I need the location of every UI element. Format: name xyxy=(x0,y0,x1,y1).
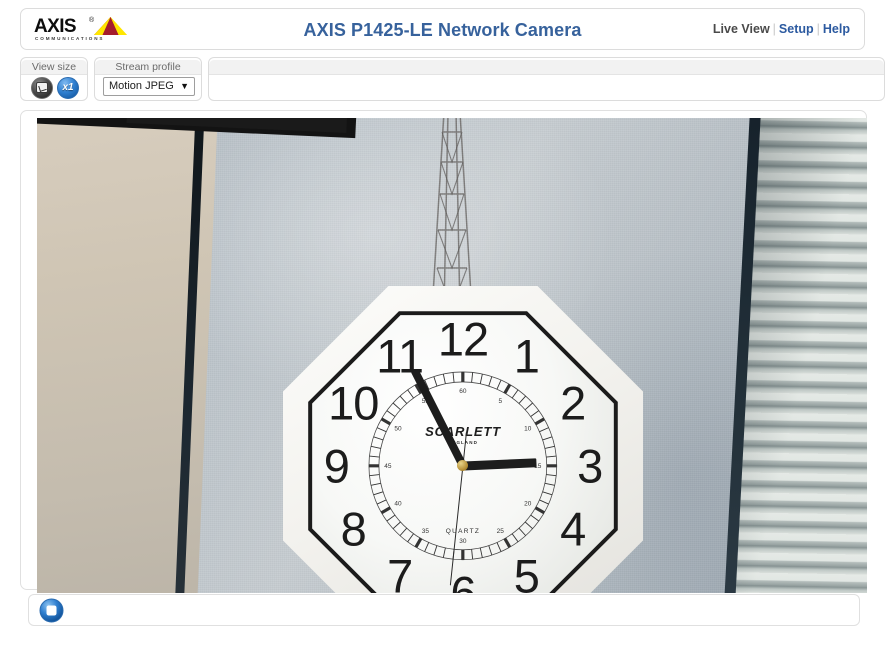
svg-text:30: 30 xyxy=(459,538,467,545)
nav-help[interactable]: Help xyxy=(823,22,850,36)
svg-text:35: 35 xyxy=(422,528,430,535)
clock-numeral-8: 8 xyxy=(340,502,367,556)
clock-numeral-2: 2 xyxy=(560,376,586,430)
live-video-stream[interactable]: 60510152025303540455055 SCARLETT ENGLAND… xyxy=(37,118,867,593)
clock-brand-name: SCARLETT xyxy=(425,423,501,439)
toolbar-extra-panel xyxy=(208,57,885,101)
clock-numeral-3: 3 xyxy=(577,439,603,493)
clock-brand: SCARLETT ENGLAND xyxy=(425,424,501,445)
svg-text:5: 5 xyxy=(499,398,503,405)
stream-profile-label: Stream profile xyxy=(95,60,201,75)
view-size-label: View size xyxy=(21,60,87,75)
clock-brand-origin: ENGLAND xyxy=(448,439,478,445)
clock-numeral-6: 6 xyxy=(450,566,476,593)
clock-numeral-9: 9 xyxy=(323,439,350,493)
stream-profile-group: Stream profile Motion JPEG ▼ xyxy=(94,57,202,101)
svg-text:40: 40 xyxy=(395,501,403,508)
svg-text:45: 45 xyxy=(384,463,392,470)
clock-numeral-1: 1 xyxy=(513,329,540,383)
clock-numeral-5: 5 xyxy=(513,549,540,593)
nav-live-view[interactable]: Live View xyxy=(713,22,770,36)
stream-profile-select[interactable]: Motion JPEG ▼ xyxy=(103,77,195,96)
clock-movement-label: QUARTZ xyxy=(445,527,481,535)
page-header: AXIS ® COMMUNICATIONS AXIS P1425-LE Netw… xyxy=(20,8,865,50)
video-status-bar xyxy=(28,594,860,626)
view-size-group: View size x1 xyxy=(20,57,88,101)
scale-1x-button[interactable]: x1 xyxy=(57,77,79,99)
fit-to-window-button[interactable] xyxy=(31,77,53,99)
camera-scene: 60510152025303540455055 SCARLETT ENGLAND… xyxy=(37,118,867,593)
fit-to-window-icon xyxy=(36,82,48,93)
svg-text:25: 25 xyxy=(497,528,505,535)
nav-separator-1: | xyxy=(772,22,776,36)
svg-text:20: 20 xyxy=(524,501,532,508)
video-panel: 60510152025303540455055 SCARLETT ENGLAND… xyxy=(20,110,867,593)
svg-text:10: 10 xyxy=(524,426,532,433)
nav-separator-2: | xyxy=(816,22,820,36)
wall-clock: 60510152025303540455055 SCARLETT ENGLAND… xyxy=(283,286,643,593)
clock-numeral-4: 4 xyxy=(560,502,586,556)
nav-setup[interactable]: Setup xyxy=(779,22,814,36)
stop-button[interactable] xyxy=(39,598,64,623)
svg-text:60: 60 xyxy=(459,388,467,395)
toolbar-extra-panel-label xyxy=(209,60,884,75)
svg-text:50: 50 xyxy=(395,426,403,433)
chevron-down-icon: ▼ xyxy=(180,81,189,91)
stream-profile-value: Motion JPEG xyxy=(109,80,174,92)
header-nav: Live View | Setup | Help xyxy=(713,22,850,36)
clock-numeral-7: 7 xyxy=(387,549,413,593)
clock-numeral-10: 10 xyxy=(328,376,379,430)
clock-numeral-12: 12 xyxy=(437,312,489,366)
